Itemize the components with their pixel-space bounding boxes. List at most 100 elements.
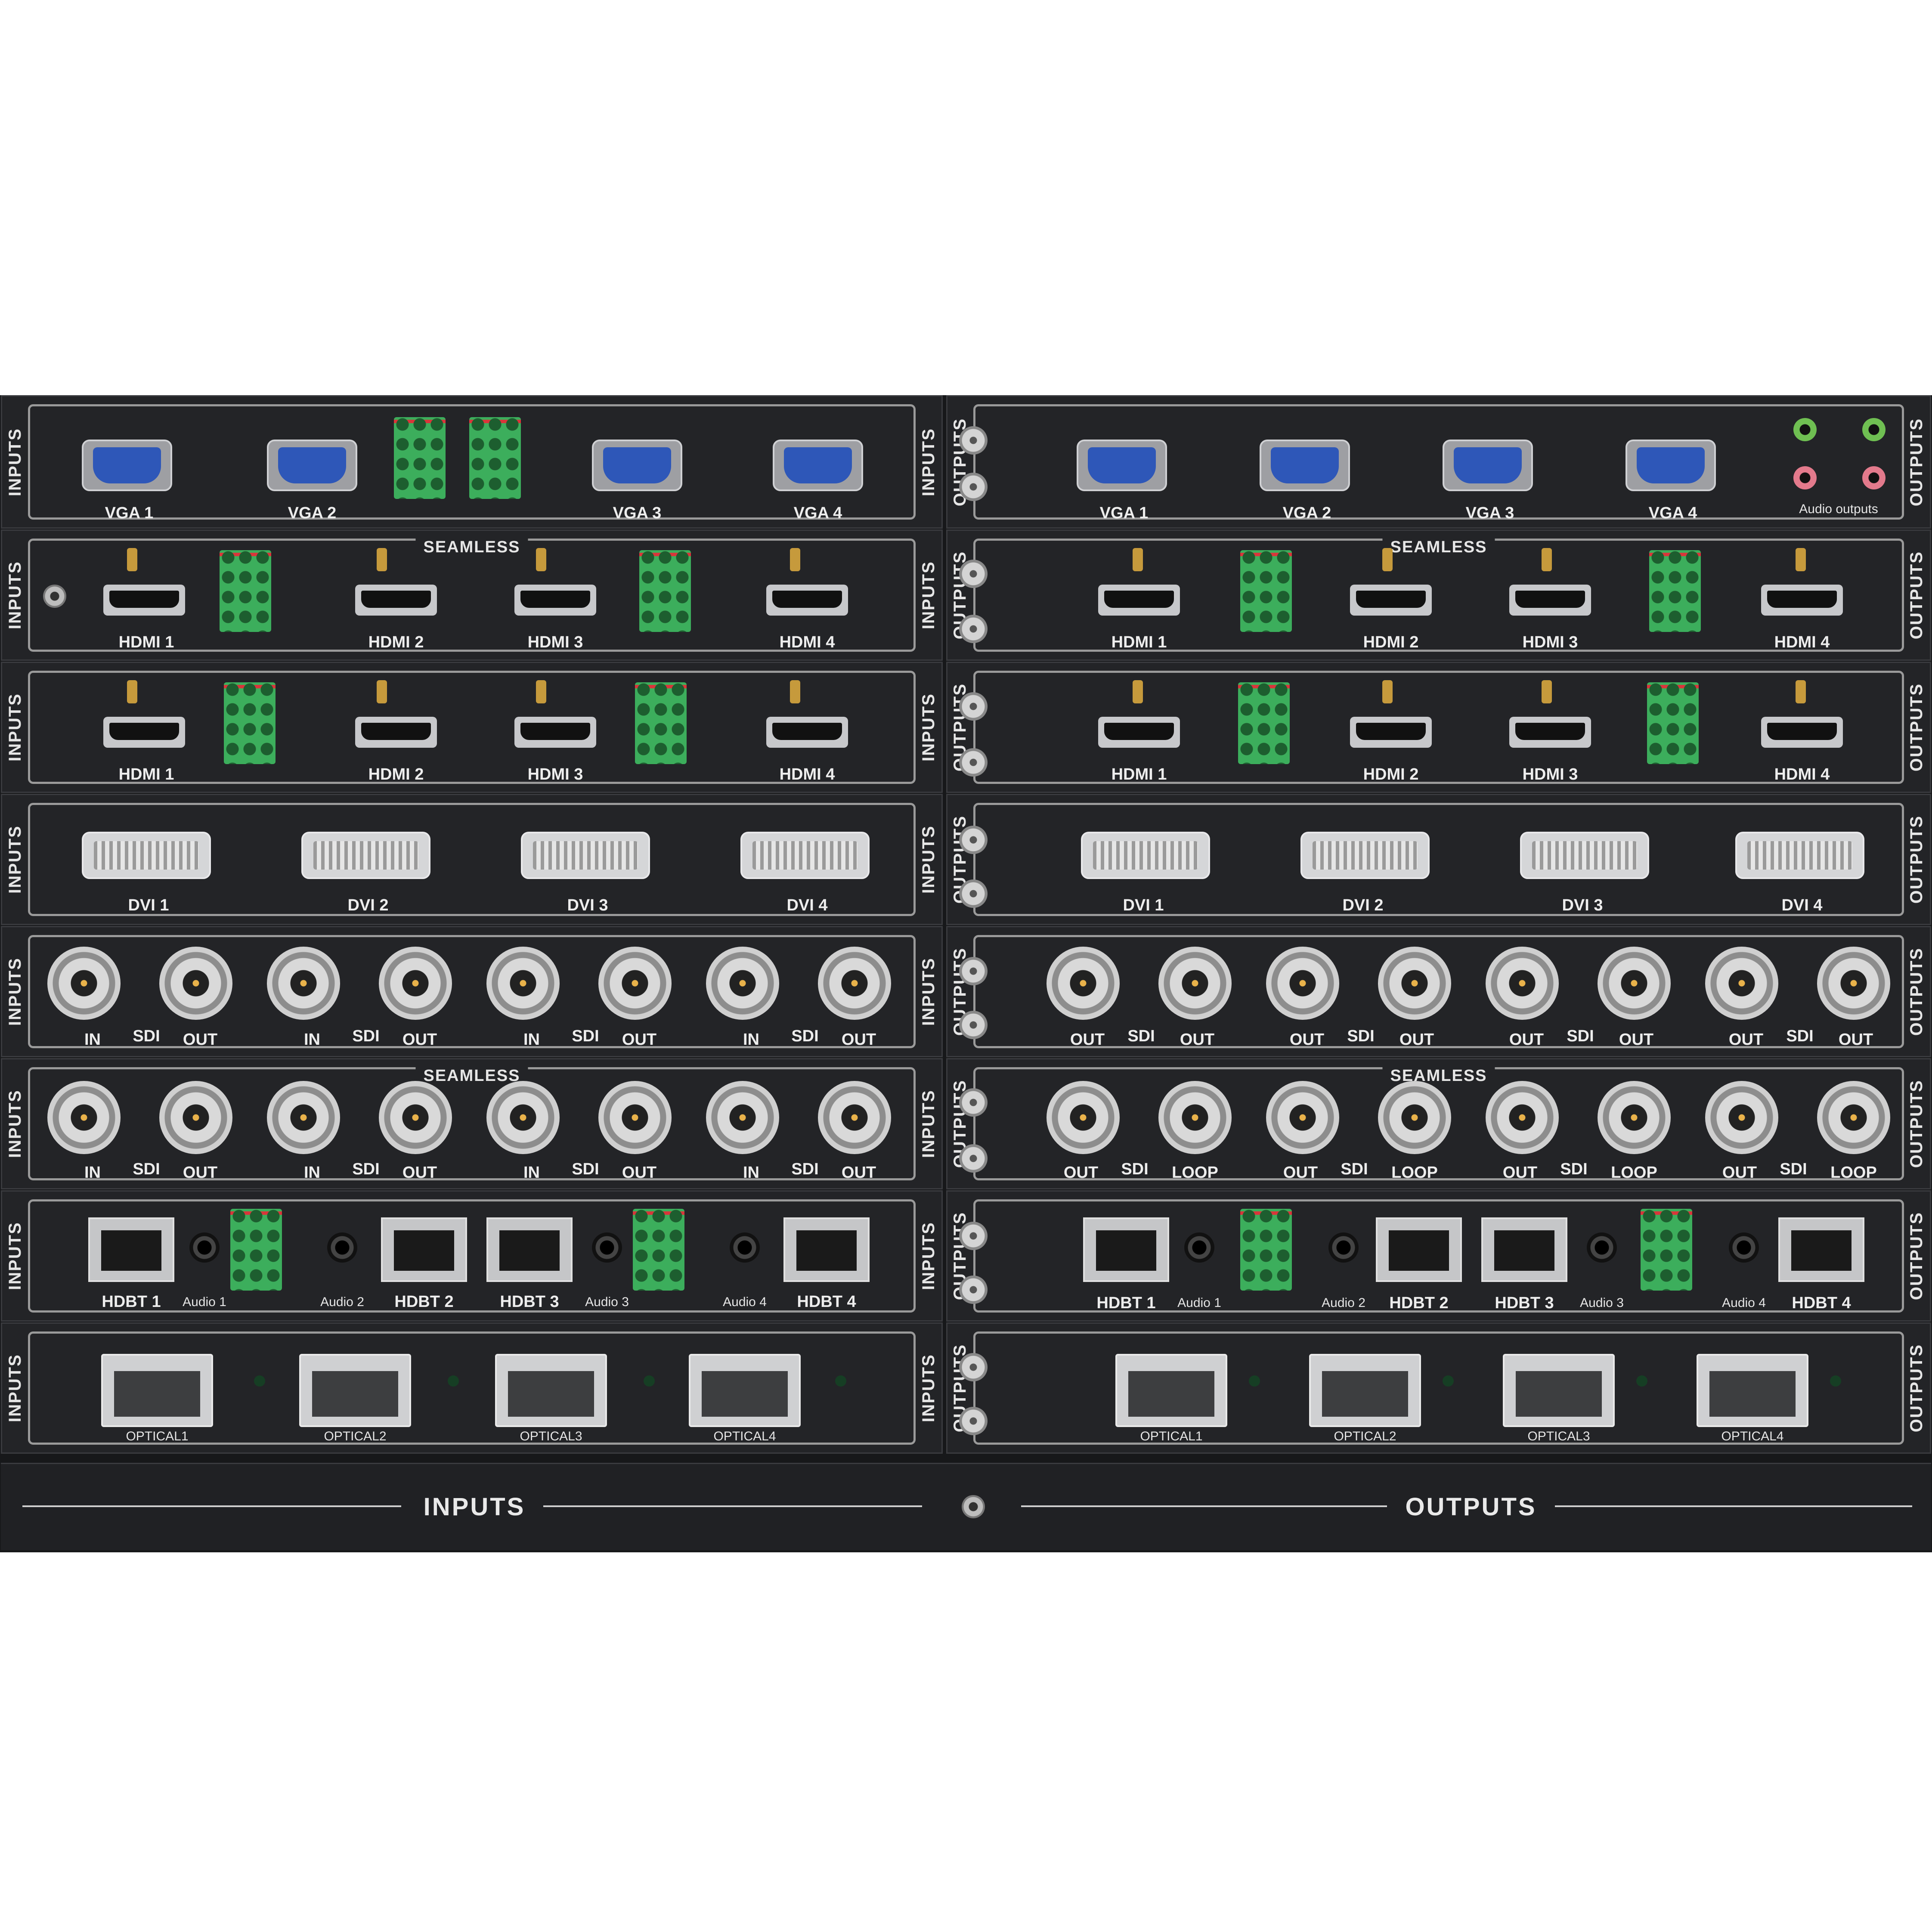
hdmi-port[interactable] [1761, 717, 1843, 748]
audio-output-jack[interactable] [1587, 1232, 1617, 1263]
hdmi-port[interactable] [514, 585, 596, 616]
rj45-port[interactable] [381, 1217, 467, 1282]
vga-port[interactable] [82, 440, 172, 491]
bnc-connector[interactable] [159, 947, 232, 1020]
dvi-port[interactable] [1735, 832, 1864, 879]
audio-input-jack[interactable] [327, 1232, 357, 1263]
bnc-connector[interactable] [159, 1081, 232, 1154]
bnc-connector[interactable] [486, 1081, 560, 1154]
thumbscrew-icon[interactable] [959, 692, 988, 721]
sfp-optical-port[interactable] [495, 1354, 607, 1427]
hdmi-port[interactable] [1098, 585, 1180, 616]
bnc-connector[interactable] [1046, 947, 1120, 1020]
bnc-connector[interactable] [267, 947, 340, 1020]
rj45-port[interactable] [783, 1217, 870, 1282]
audio-output-jack[interactable] [1184, 1232, 1214, 1263]
bnc-connector[interactable] [1266, 947, 1339, 1020]
bnc-connector[interactable] [1486, 947, 1559, 1020]
bnc-connector[interactable] [379, 947, 452, 1020]
hdmi-port[interactable] [1509, 717, 1591, 748]
audio-terminal-block[interactable] [394, 417, 446, 499]
vga-port[interactable] [592, 440, 682, 491]
rs232-terminal-block[interactable] [230, 1209, 282, 1291]
bnc-connector[interactable] [1486, 1081, 1559, 1154]
hdmi-port[interactable] [1098, 717, 1180, 748]
thumbscrew-icon[interactable] [959, 473, 988, 501]
vga-port[interactable] [1443, 440, 1533, 491]
bnc-connector[interactable] [598, 947, 672, 1020]
audio-terminal-block[interactable] [635, 682, 687, 764]
rj45-port[interactable] [1376, 1217, 1462, 1282]
rj45-port[interactable] [88, 1217, 174, 1282]
dvi-port[interactable] [1300, 832, 1430, 879]
bnc-connector[interactable] [818, 1081, 891, 1154]
hdmi-port[interactable] [766, 585, 848, 616]
hdmi-port[interactable] [1509, 585, 1591, 616]
audio-terminal-block[interactable] [1649, 550, 1701, 632]
hdmi-port[interactable] [103, 585, 185, 616]
audio-input-jack[interactable] [592, 1232, 622, 1263]
sfp-optical-port[interactable] [1697, 1354, 1808, 1427]
bnc-connector[interactable] [379, 1081, 452, 1154]
bnc-connector[interactable] [1705, 1081, 1778, 1154]
bnc-connector[interactable] [267, 1081, 340, 1154]
hdmi-port[interactable] [1761, 585, 1843, 616]
rj45-port[interactable] [486, 1217, 573, 1282]
sfp-optical-port[interactable] [101, 1354, 213, 1427]
bnc-connector[interactable] [1705, 947, 1778, 1020]
audio-input-jack[interactable] [189, 1232, 220, 1263]
bnc-connector[interactable] [1158, 947, 1232, 1020]
audio-terminal-block[interactable] [224, 682, 276, 764]
vga-port[interactable] [267, 440, 357, 491]
thumbscrew-icon[interactable] [959, 426, 988, 455]
thumbscrew-icon[interactable] [959, 560, 988, 588]
thumbscrew-icon[interactable] [959, 1353, 988, 1381]
thumbscrew-icon[interactable] [959, 748, 988, 777]
sfp-optical-port[interactable] [1503, 1354, 1615, 1427]
hdmi-port[interactable] [355, 585, 437, 616]
bnc-connector[interactable] [1046, 1081, 1120, 1154]
hdmi-port[interactable] [1350, 585, 1432, 616]
bnc-connector[interactable] [1817, 947, 1890, 1020]
vga-port[interactable] [773, 440, 863, 491]
thumbscrew-icon[interactable] [959, 1407, 988, 1435]
dvi-port[interactable] [740, 832, 870, 879]
dvi-port[interactable] [1520, 832, 1649, 879]
dvi-port[interactable] [301, 832, 430, 879]
bnc-connector[interactable] [1158, 1081, 1232, 1154]
audio-terminal-block[interactable] [469, 417, 521, 499]
hdmi-port[interactable] [766, 717, 848, 748]
thumbscrew-icon[interactable] [959, 1222, 988, 1250]
thumbscrew-icon[interactable] [959, 957, 988, 985]
bnc-connector[interactable] [818, 947, 891, 1020]
audio-output-jack[interactable] [1793, 418, 1817, 441]
audio-output-jack[interactable] [1729, 1232, 1759, 1263]
thumbscrew-icon[interactable] [959, 879, 988, 908]
sfp-optical-port[interactable] [1309, 1354, 1421, 1427]
audio-terminal-block[interactable] [1238, 682, 1290, 764]
rj45-port[interactable] [1778, 1217, 1864, 1282]
thumbscrew-icon[interactable] [959, 1276, 988, 1304]
thumbscrew-icon[interactable] [959, 1011, 988, 1039]
sfp-optical-port[interactable] [689, 1354, 801, 1427]
audio-terminal-block[interactable] [220, 550, 271, 632]
bnc-connector[interactable] [47, 947, 121, 1020]
bnc-connector[interactable] [706, 1081, 779, 1154]
dvi-port[interactable] [521, 832, 650, 879]
audio-terminal-block[interactable] [1240, 550, 1292, 632]
vga-port[interactable] [1625, 440, 1716, 491]
rj45-port[interactable] [1481, 1217, 1567, 1282]
audio-output-jack[interactable] [1862, 466, 1886, 489]
bnc-connector[interactable] [1378, 947, 1451, 1020]
sfp-optical-port[interactable] [1115, 1354, 1227, 1427]
audio-output-jack[interactable] [1793, 466, 1817, 489]
bnc-connector[interactable] [1598, 947, 1671, 1020]
thumbscrew-icon[interactable] [959, 1088, 988, 1117]
bnc-connector[interactable] [598, 1081, 672, 1154]
thumbscrew-icon[interactable] [959, 615, 988, 643]
dvi-port[interactable] [1081, 832, 1210, 879]
rs232-terminal-block[interactable] [1240, 1209, 1292, 1291]
rj45-port[interactable] [1083, 1217, 1169, 1282]
bnc-connector[interactable] [486, 947, 560, 1020]
rs232-terminal-block[interactable] [633, 1209, 684, 1291]
